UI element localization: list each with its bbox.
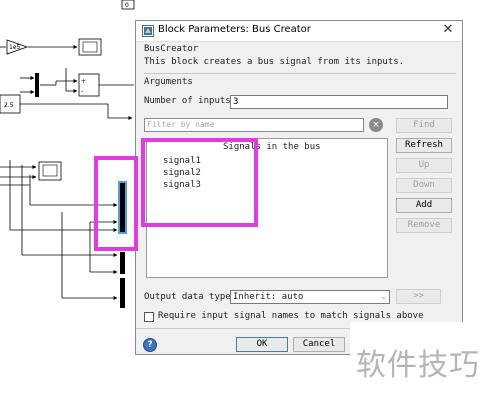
sum-block[interactable]: + - <box>78 73 100 97</box>
gain-label: 1e5 <box>9 44 21 51</box>
up-button[interactable]: Up <box>396 158 452 173</box>
block-name: BusCreator <box>144 44 199 54</box>
add-button[interactable]: Add <box>396 198 452 213</box>
cancel-button[interactable]: Cancel <box>293 337 345 352</box>
highlight-bus-creator <box>94 156 138 251</box>
num-inputs-field[interactable]: 3 <box>230 95 448 109</box>
dialog-titlebar[interactable]: Block Parameters: Bus Creator ✕ <box>136 21 462 42</box>
require-names-checkbox[interactable] <box>144 312 154 322</box>
ok-button[interactable]: OK <box>236 337 288 352</box>
down-button[interactable]: Down <box>396 178 452 193</box>
find-button[interactable]: Find <box>396 118 452 133</box>
help-icon[interactable]: ? <box>143 338 157 352</box>
watermark-text: 软件技巧 <box>356 348 480 383</box>
remove-button[interactable]: Remove <box>396 218 452 233</box>
mux-block-1[interactable] <box>35 73 39 97</box>
sum-sign-minus: - <box>81 88 83 95</box>
top-block-label: 0 <box>125 2 129 9</box>
block-description: This block creates a bus signal from its… <box>144 57 405 67</box>
separator <box>144 73 456 74</box>
require-names-label: Require input signal names to match sign… <box>158 311 424 321</box>
output-type-value: Inherit: auto <box>233 292 304 302</box>
constant-block[interactable]: 2.5 <box>0 94 21 114</box>
refresh-button[interactable]: Refresh <box>396 138 452 153</box>
arguments-label: Arguments <box>144 77 193 87</box>
close-icon[interactable]: ✕ <box>440 22 456 38</box>
block-parameters-icon <box>142 25 154 37</box>
output-type-select[interactable]: Inherit: auto ⌵ <box>230 290 390 304</box>
sum-sign-plus: + <box>81 78 86 85</box>
clear-filter-icon[interactable]: × <box>369 118 383 132</box>
scope-block-1[interactable] <box>78 38 102 56</box>
chevron-down-icon: ⌵ <box>381 292 386 301</box>
gain-block[interactable]: 1e5 <box>6 39 29 55</box>
scope-block-2[interactable] <box>38 161 62 181</box>
top-constant-block[interactable]: 0 <box>121 0 135 10</box>
dialog-title: Block Parameters: Bus Creator <box>158 24 311 35</box>
constant-label: 2.5 <box>4 102 14 109</box>
bus-creator-3[interactable] <box>120 278 125 308</box>
highlight-signal-list <box>141 138 258 227</box>
output-type-label: Output data type: <box>144 292 237 302</box>
filter-input[interactable]: Filter by name <box>144 118 364 132</box>
data-type-assistant-button[interactable]: >> <box>396 289 441 304</box>
num-inputs-label: Number of inputs: <box>144 96 237 106</box>
bus-creator-2[interactable] <box>120 252 125 274</box>
